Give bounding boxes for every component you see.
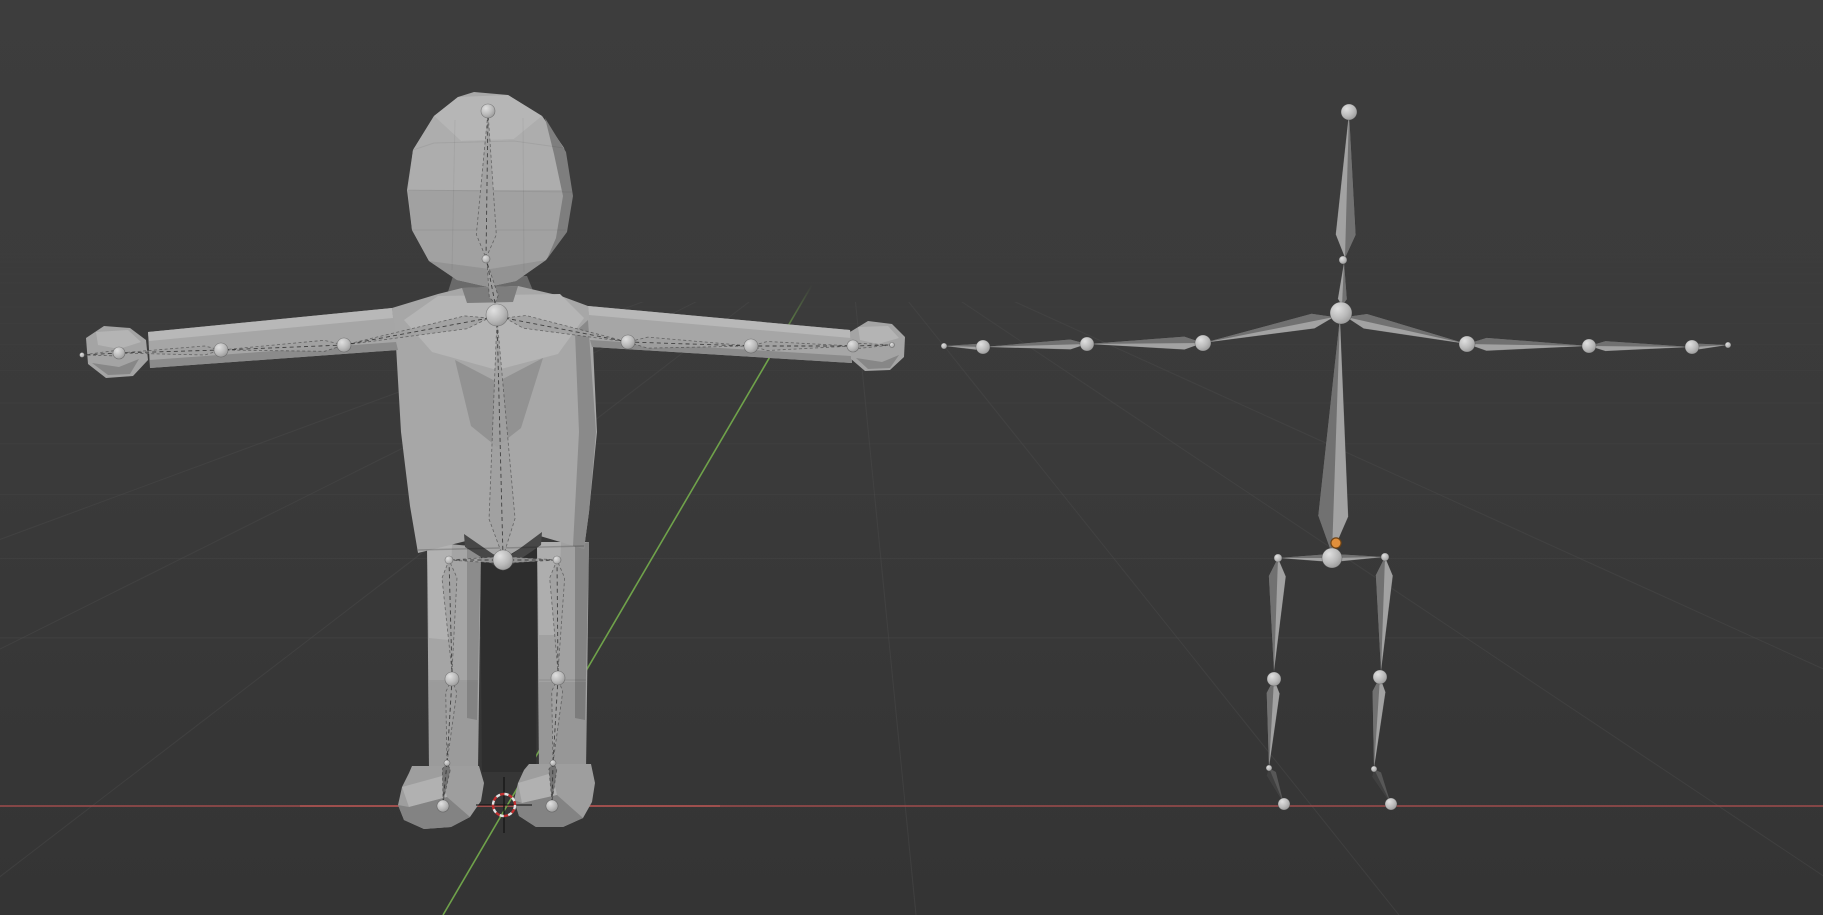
bone-joint-sphere (621, 335, 635, 349)
bone-joint-sphere (1371, 766, 1377, 772)
bone-joint-sphere (1685, 340, 1699, 354)
bone-joint-sphere (553, 556, 561, 564)
character-right-shin-shade (539, 682, 586, 770)
bone-joint-sphere (1195, 335, 1211, 351)
bone-joint-sphere (493, 550, 513, 570)
bone-joint-sphere (1274, 554, 1282, 562)
bone-joint-sphere (444, 760, 450, 766)
bone-joint-sphere (976, 340, 990, 354)
bone-joint-sphere (1373, 670, 1387, 684)
bone-joint-sphere (941, 343, 947, 349)
bone-joint-sphere (1080, 337, 1094, 351)
bone-joint-sphere (1330, 302, 1352, 324)
bone-joint-sphere (1267, 672, 1281, 686)
3d-viewport[interactable] (0, 0, 1823, 915)
bone-joint-sphere (550, 760, 556, 766)
viewport-background (0, 0, 1823, 915)
bone-joint-sphere (1459, 336, 1475, 352)
bone-joint-sphere (445, 672, 459, 686)
bone-joint-sphere (113, 347, 125, 359)
bone-joint-sphere (890, 343, 895, 348)
bone-joint-sphere (482, 255, 490, 263)
bone-joint-sphere (80, 353, 85, 358)
bone-joint-sphere (1381, 553, 1389, 561)
bone-joint-sphere (1582, 339, 1596, 353)
bone-joint-sphere (1385, 798, 1397, 810)
bone-joint-sphere (847, 340, 859, 352)
bone-joint-sphere (1341, 104, 1357, 120)
bone-joint-sphere (445, 556, 453, 564)
bone-joint-sphere (486, 304, 508, 326)
bone-joint-sphere (1278, 798, 1290, 810)
bone-joint-sphere (1725, 342, 1731, 348)
bone-joint-sphere (1266, 765, 1272, 771)
bone-joint-sphere (546, 800, 558, 812)
bone-joint-sphere (214, 343, 228, 357)
bone-joint-sphere (744, 339, 758, 353)
bone-joint-sphere (551, 671, 565, 685)
bone-joint-sphere (1339, 256, 1347, 264)
bone-joint-sphere (337, 338, 351, 352)
character-leg-gap (480, 545, 538, 772)
bone-joint-sphere (481, 104, 495, 118)
viewport-canvas[interactable] (0, 0, 1823, 915)
object-origin-point (1330, 537, 1341, 548)
bone-joint-sphere (437, 800, 449, 812)
bone-joint-sphere (1322, 548, 1342, 568)
